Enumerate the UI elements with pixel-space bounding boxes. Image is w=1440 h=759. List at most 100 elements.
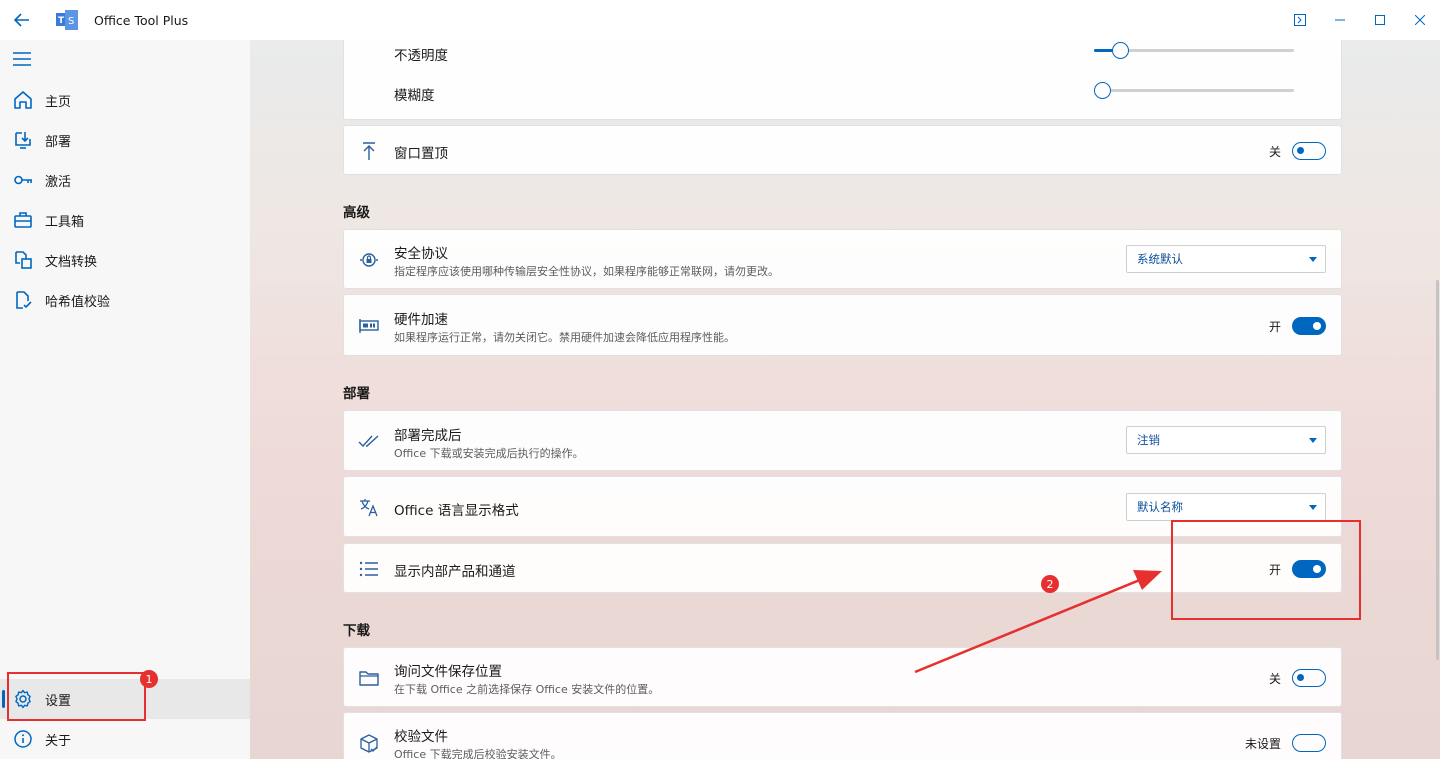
select-value: 系统默认 [1137,252,1183,266]
blur-label: 模糊度 [394,88,435,104]
info-icon [12,728,34,750]
verify-files-toggle[interactable] [1292,734,1326,752]
toggle-state-label: 关 [1268,144,1281,159]
security-protocol-title: 安全协议 [394,246,448,262]
home-icon [12,89,34,111]
select-value: 默认名称 [1137,500,1183,514]
shield-lock-icon [358,249,380,271]
slider-thumb[interactable] [1112,42,1129,59]
sidebar-item-deploy[interactable]: 部署 [0,120,250,160]
after-deploy-select[interactable]: 注销 [1126,426,1326,454]
hamburger-icon [13,52,31,66]
internal-channels-title: 显示内部产品和通道 [394,564,516,580]
double-check-icon [358,430,380,452]
sidebar-item-label: 部署 [45,134,72,150]
ask-save-location-toggle[interactable] [1292,669,1326,687]
slider-track [1094,89,1294,92]
section-advanced: 高级 [343,205,370,221]
after-deploy-desc: Office 下载或安装完成后执行的操作。 [394,447,584,460]
always-on-top-toggle-group: 关 [1269,142,1326,160]
slider-thumb[interactable] [1094,82,1111,99]
security-protocol-desc: 指定程序应该使用哪种传输层安全性协议，如果程序能够正常联网，请勿更改。 [394,265,779,278]
toggle-knob [1313,322,1321,330]
sidebar-item-home[interactable]: 主页 [0,80,250,120]
key-icon [12,169,34,191]
language-format-select[interactable]: 默认名称 [1126,493,1326,521]
hardware-accel-toggle[interactable] [1292,317,1326,335]
toolbox-icon [12,209,34,231]
sidebar-item-label: 关于 [45,733,72,749]
settings-content: 不透明度 模糊度 窗口置顶 关 高级 安全协议 指定程序应该使用哪种传输层安全性… [250,40,1440,759]
hash-check-icon [12,289,34,311]
verify-files-desc: Office 下载完成后校验安装文件。 [394,748,562,759]
chevron-down-icon [1309,257,1317,262]
gpu-icon [358,315,380,337]
scrollbar[interactable] [1436,280,1439,660]
always-on-top-card: 窗口置顶 关 [343,125,1342,175]
close-icon [1415,15,1425,25]
sidebar-item-toolbox[interactable]: 工具箱 [0,200,250,240]
pin-top-icon [358,140,380,162]
always-on-top-toggle[interactable] [1292,142,1326,160]
sidebar: 主页 部署 激活 工具箱 文档转换 哈希值校验 设置 关于 [0,40,250,759]
verify-files-toggle-group: 未设置 [1245,734,1326,752]
blur-slider[interactable] [1094,80,1294,100]
sidebar-item-about[interactable]: 关于 [0,719,250,759]
security-protocol-card: 安全协议 指定程序应该使用哪种传输层安全性协议，如果程序能够正常联网，请勿更改。… [343,229,1342,289]
annotation-box-toggle [1171,520,1361,620]
opacity-slider[interactable] [1094,40,1294,60]
ask-save-location-desc: 在下载 Office 之前选择保存 Office 安装文件的位置。 [394,683,660,696]
sidebar-item-label: 激活 [45,174,72,190]
sidebar-item-label: 工具箱 [45,214,85,230]
package-check-icon [358,733,380,755]
sidebar-item-activate[interactable]: 激活 [0,160,250,200]
toggle-state-label: 未设置 [1244,736,1281,751]
toggle-state-label: 关 [1268,671,1281,686]
after-deploy-card: 部署完成后 Office 下载或安装完成后执行的操作。 注销 [343,410,1342,471]
ask-save-location-title: 询问文件保存位置 [394,664,502,680]
back-button[interactable] [0,0,44,40]
hardware-accel-card: 硬件加速 如果程序运行正常，请勿关闭它。禁用硬件加速会降低应用程序性能。 开 [343,294,1342,356]
maximize-icon [1375,15,1385,25]
maximize-button[interactable] [1360,0,1400,40]
toggle-state-label: 开 [1268,319,1281,334]
minimize-button[interactable] [1320,0,1360,40]
always-on-top-title: 窗口置顶 [394,146,448,162]
translate-icon [358,496,380,518]
sidebar-item-label: 哈希值校验 [45,294,111,310]
after-deploy-title: 部署完成后 [394,428,462,444]
verify-files-card: 校验文件 Office 下载完成后校验安装文件。 未设置 [343,712,1342,759]
sidebar-item-label: 主页 [45,94,72,110]
document-convert-icon [12,249,34,271]
sidebar-item-doc-convert[interactable]: 文档转换 [0,240,250,280]
svg-text:S: S [68,16,74,27]
pane-toggle-icon [1294,14,1306,26]
sidebar-item-label: 文档转换 [45,254,98,270]
section-download: 下载 [343,623,370,639]
language-format-title: Office 语言显示格式 [394,503,519,519]
office-tool-plus-logo: T S [56,10,78,30]
svg-text:T: T [58,16,65,26]
opacity-label: 不透明度 [394,48,448,64]
close-button[interactable] [1400,0,1440,40]
section-deploy: 部署 [343,386,370,402]
menu-button[interactable] [12,52,34,68]
security-protocol-select[interactable]: 系统默认 [1126,245,1326,273]
title-bar: T S Office Tool Plus [0,0,1440,40]
pane-toggle-button[interactable] [1280,0,1320,40]
annotation-badge-2: 2 [1041,575,1059,593]
sidebar-item-hash-check[interactable]: 哈希值校验 [0,280,250,320]
arrow-left-icon [14,13,29,27]
app-title: Office Tool Plus [94,12,189,28]
hardware-accel-desc: 如果程序运行正常，请勿关闭它。禁用硬件加速会降低应用程序性能。 [394,331,735,344]
verify-files-title: 校验文件 [394,729,448,745]
folder-icon [358,667,380,689]
list-icon [358,558,380,580]
ask-save-location-toggle-group: 关 [1269,669,1326,687]
annotation-box-settings [7,672,146,721]
ask-save-location-card: 询问文件保存位置 在下载 Office 之前选择保存 Office 安装文件的位… [343,647,1342,707]
appearance-card: 不透明度 模糊度 [343,40,1342,120]
toggle-knob [1297,674,1304,681]
chevron-down-icon [1309,505,1317,510]
deploy-icon [12,129,34,151]
